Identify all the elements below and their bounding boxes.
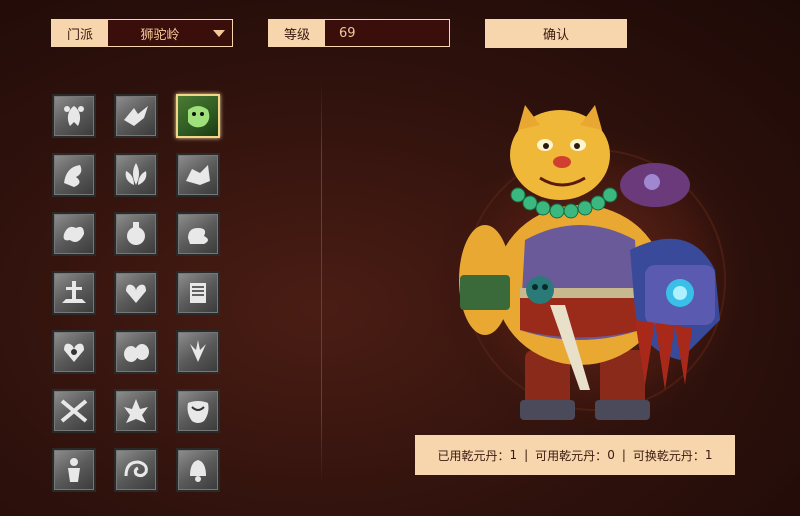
pattern-skill-icon-glyph — [187, 401, 209, 423]
eagle-skill-icon-glyph — [124, 106, 148, 126]
spikes-skill-icon[interactable] — [114, 389, 158, 433]
stats-separator: | — [621, 448, 626, 462]
stones-skill-icon[interactable] — [114, 330, 158, 374]
cloud-skill-icon-glyph — [188, 228, 208, 244]
lion-character-image — [435, 105, 755, 440]
beast-skill-icon-glyph — [186, 165, 210, 185]
skill-grid — [51, 94, 231, 494]
crossed-blades-skill-icon-glyph — [60, 399, 88, 423]
level-input-field: 等级 69 — [268, 19, 450, 47]
scroll-skill-icon[interactable] — [176, 271, 220, 315]
school-value: 狮驼岭 — [140, 27, 180, 43]
panel-divider — [321, 78, 322, 492]
used-value: 1 — [509, 448, 518, 462]
school-select-field: 门派 狮驼岭 — [51, 19, 233, 47]
filter-bar: 门派 狮驼岭 等级 69 确认 — [0, 0, 800, 60]
wings-skill-icon[interactable] — [176, 330, 220, 374]
scroll-skill-icon-glyph — [190, 283, 206, 303]
snail-skill-icon[interactable] — [114, 448, 158, 492]
school-dropdown[interactable]: 狮驼岭 — [108, 20, 232, 46]
lion-claw-skill-icon[interactable] — [52, 153, 96, 197]
spikes-skill-icon-glyph — [124, 399, 148, 423]
lion-claw-skill-icon-glyph — [64, 165, 82, 187]
qianyuandan-stats-bar: 已用乾元丹： 1 | 可用乾元丹： 0 | 可换乾元丹： 1 — [415, 435, 735, 475]
eagle-skill-icon[interactable] — [114, 94, 158, 138]
exchangeable-label: 可换乾元丹： — [632, 448, 705, 463]
orb-skill-icon-glyph — [127, 222, 145, 245]
exchangeable-value: 1 — [704, 448, 713, 462]
paw-skill-icon[interactable] — [52, 94, 96, 138]
level-label: 等级 — [269, 20, 325, 46]
used-label: 已用乾元丹： — [437, 448, 510, 463]
sword-skill-icon-glyph — [62, 281, 86, 303]
leopard-skill-icon-glyph — [188, 106, 210, 128]
stones-skill-icon-glyph — [124, 344, 149, 362]
lotus-skill-icon[interactable] — [114, 153, 158, 197]
warrior-skill-icon-glyph — [68, 458, 80, 482]
crossed-blades-skill-icon[interactable] — [52, 389, 96, 433]
bell-skill-icon[interactable] — [176, 448, 220, 492]
pattern-skill-icon[interactable] — [176, 389, 220, 433]
stats-separator: | — [524, 448, 529, 462]
lotus-skill-icon-glyph — [125, 163, 147, 185]
beast-skill-icon[interactable] — [176, 153, 220, 197]
heart-skill-icon-glyph — [126, 284, 146, 303]
warrior-skill-icon[interactable] — [52, 448, 96, 492]
heart-skill-icon[interactable] — [114, 271, 158, 315]
cloud-skill-icon[interactable] — [176, 212, 220, 256]
level-input[interactable]: 69 — [325, 20, 449, 46]
dragon-skill-icon-glyph — [63, 226, 84, 242]
school-label: 门派 — [52, 20, 108, 46]
available-value: 0 — [607, 448, 615, 462]
spiral-heart-skill-icon[interactable] — [52, 330, 96, 374]
leopard-skill-icon[interactable] — [176, 94, 220, 138]
wings-skill-icon-glyph — [190, 340, 206, 362]
character-portrait — [430, 100, 755, 440]
spiral-heart-skill-icon-glyph — [64, 343, 84, 362]
snail-skill-icon-glyph — [124, 460, 148, 478]
dragon-skill-icon[interactable] — [52, 212, 96, 256]
confirm-button[interactable]: 确认 — [485, 19, 627, 48]
available-label: 可用乾元丹： — [535, 448, 608, 463]
bell-skill-icon-glyph — [190, 460, 206, 482]
chevron-down-icon[interactable] — [213, 30, 225, 37]
paw-skill-icon-glyph — [64, 106, 84, 126]
orb-skill-icon[interactable] — [114, 212, 158, 256]
sword-skill-icon[interactable] — [52, 271, 96, 315]
